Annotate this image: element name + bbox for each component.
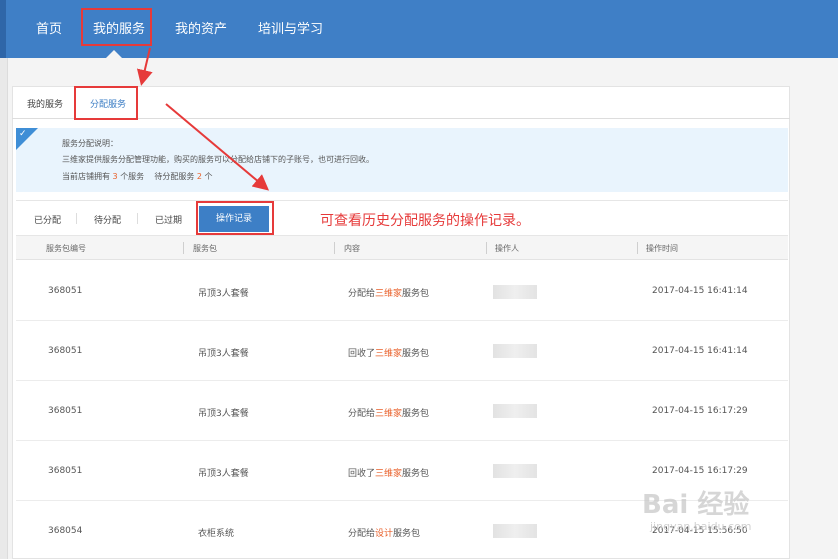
annotation-arrows <box>136 47 270 191</box>
arrow-subtab-to-log <box>165 103 270 191</box>
arrow-nav-to-subtab <box>136 47 153 86</box>
watermark-logo: Bai 经验 <box>642 490 750 520</box>
watermark-url: jingyan.baidu.com <box>650 520 752 533</box>
